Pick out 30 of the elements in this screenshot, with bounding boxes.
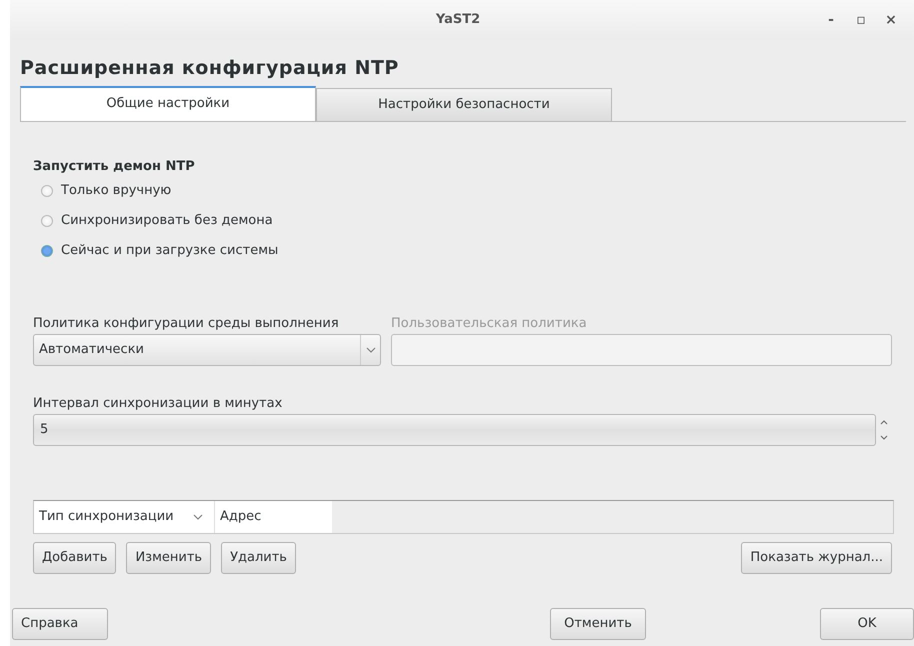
close-button[interactable]: × [876, 10, 906, 30]
column-header[interactable]: Адрес [215, 501, 332, 533]
radio-label[interactable]: Сейчас и при загрузке системы [61, 241, 278, 261]
sort-chevron-icon [193, 514, 203, 520]
help-button[interactable]: Справка [12, 608, 108, 640]
radio-button[interactable] [41, 185, 53, 197]
table-action-button[interactable]: Удалить [221, 542, 296, 574]
maximize-button[interactable]: ▫ [846, 10, 876, 30]
page-heading: Расширенная конфигурация NTP [20, 56, 400, 81]
field-label: Политика конфигурации среды выполнения [33, 315, 340, 333]
radio-button[interactable] [41, 245, 53, 257]
radio-label[interactable]: Только вручную [61, 181, 172, 201]
minimize-button[interactable]: - [816, 10, 846, 30]
tab[interactable]: Общие настройки [20, 86, 316, 120]
table-action-button[interactable]: Изменить [126, 542, 212, 574]
table-action-button[interactable]: Добавить [33, 542, 116, 574]
chevron-down-icon [366, 347, 376, 353]
interval-field[interactable]: 5 [33, 414, 876, 446]
radio-label[interactable]: Синхронизировать без демона [61, 211, 273, 231]
column-header[interactable]: Тип синхронизации [34, 501, 215, 533]
policy-dropdown[interactable]: Автоматически [33, 334, 381, 366]
cancel-button[interactable]: Отменить [550, 608, 646, 640]
ok-button[interactable]: OK [820, 608, 914, 640]
radio-button[interactable] [41, 215, 53, 227]
show-log-button[interactable]: Показать журнал... [741, 542, 892, 574]
window-title: YaST2 [434, 11, 482, 30]
field-label: Пользовательская политика [391, 315, 588, 333]
field-label: Интервал синхронизации в минутах [33, 395, 284, 413]
tab[interactable]: Настройки безопасности [316, 88, 612, 120]
section-label: Запустить демон NTP [33, 158, 196, 176]
